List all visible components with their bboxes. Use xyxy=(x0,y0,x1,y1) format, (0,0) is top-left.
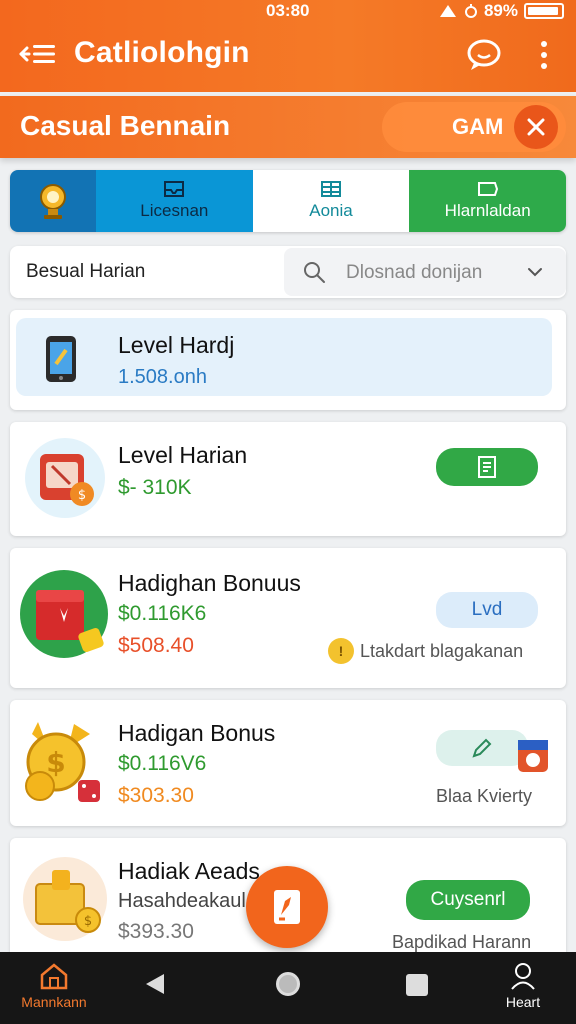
more-options-button[interactable] xyxy=(532,38,556,72)
filter-label: Besual Harian xyxy=(26,261,146,282)
list-item[interactable]: Level Hardj 1.508.onh xyxy=(10,310,566,410)
tab-label: Hlarnlaldan xyxy=(444,201,531,220)
card-title: Hadighan Bonuus xyxy=(118,570,301,596)
edit-note-icon xyxy=(274,890,300,924)
nav-profile[interactable]: Heart xyxy=(490,962,556,1018)
bottom-navigation: Mannkann Heart xyxy=(0,952,576,1024)
close-banner-button[interactable] xyxy=(514,105,558,149)
person-icon xyxy=(511,963,535,990)
nav-home[interactable]: Mannkann xyxy=(16,962,92,1018)
card-subtitle: Hasahdeakaulcn xyxy=(118,890,267,912)
tab-hlarnlaldan[interactable]: Hlarnlaldan xyxy=(409,170,566,232)
app-title: Catliolohgin xyxy=(74,36,250,69)
card-caption: Ltakdart blagakanan xyxy=(360,641,524,661)
banner-pill-label: GAM xyxy=(452,114,504,139)
svg-text:$: $ xyxy=(84,914,92,929)
ticket-button[interactable] xyxy=(436,448,538,486)
card-value: $0.116K6 xyxy=(118,602,207,625)
slot-machine-icon: $ xyxy=(25,438,105,518)
tab-aonia[interactable]: Aonia xyxy=(252,170,410,232)
card-title: Hadiak Aeads xyxy=(118,858,260,884)
gift-box-icon xyxy=(20,570,108,658)
alarm-icon xyxy=(464,4,477,18)
nav-home-label: Mannkann xyxy=(21,994,87,1010)
search-icon xyxy=(304,262,325,283)
home-circle-icon[interactable] xyxy=(276,972,300,996)
menu-button[interactable] xyxy=(18,40,58,68)
svg-text:$: $ xyxy=(78,488,86,503)
dot-icon xyxy=(541,63,547,70)
home-icon xyxy=(40,963,68,990)
ticket-icon xyxy=(477,182,498,196)
status-bar: 03:80 89% xyxy=(0,0,576,24)
recents-icon[interactable] xyxy=(406,974,428,996)
grid-icon xyxy=(321,181,341,197)
search-dropdown[interactable]: Dlosnad donijan xyxy=(284,248,566,296)
card-amount: $393.30 xyxy=(118,920,194,943)
tab-label: Licesnan xyxy=(140,201,209,220)
chevron-down-icon xyxy=(528,268,542,277)
list-item[interactable]: $ Level Harian $- 310K xyxy=(10,422,566,536)
search-placeholder: Dlosnad donijan xyxy=(346,262,483,283)
badge-icon xyxy=(518,740,548,772)
banner-pill[interactable]: GAM xyxy=(382,102,566,152)
pencil-icon xyxy=(472,738,492,758)
back-icon[interactable] xyxy=(144,972,166,996)
card-title: Hadigan Bonus xyxy=(118,720,276,746)
tab-label: Aonia xyxy=(309,201,353,220)
status-time: 03:80 xyxy=(266,1,310,20)
card-title: Level Hardj xyxy=(118,332,235,358)
card-title: Level Harian xyxy=(118,442,248,468)
floating-action-button[interactable] xyxy=(246,866,328,948)
receipt-icon xyxy=(478,456,496,478)
treasure-icon: $ xyxy=(23,857,107,941)
dot-icon xyxy=(541,40,547,47)
chat-button[interactable] xyxy=(466,38,502,72)
card-amount: $303.30 xyxy=(118,784,194,807)
nav-profile-label: Heart xyxy=(505,994,541,1010)
signal-icon xyxy=(439,5,456,17)
list-item[interactable]: $ Hadigan Bonus $0.116V6 $303.30 Blaa Kv… xyxy=(10,700,566,826)
status-icons: 89% xyxy=(438,1,564,21)
coin-icon: ! xyxy=(328,638,354,664)
claim-button[interactable]: Cuysenrl xyxy=(406,880,530,920)
list-item-highlight: Level Hardj 1.508.onh xyxy=(16,318,552,396)
card-value: $0.116V6 xyxy=(118,752,207,775)
list-item[interactable]: Hadighan Bonuus $0.116K6 $508.40 Lvd ! L… xyxy=(10,548,566,688)
top-app-bar: 03:80 89% Catliolohgin xyxy=(0,0,576,92)
trophy-icon xyxy=(40,184,66,219)
card-caption: Bapdikad Harann xyxy=(392,932,532,952)
battery-percent: 89% xyxy=(483,1,518,20)
card-value: $- 310K xyxy=(118,476,192,499)
filter-row: Besual Harian Dlosnad donijan xyxy=(10,246,566,298)
promo-banner: Casual Bennain GAM xyxy=(0,96,576,158)
edit-button[interactable] xyxy=(436,730,528,766)
coins-icon: $ xyxy=(25,722,100,802)
svg-text:$: $ xyxy=(46,746,65,779)
banner-title: Casual Bennain xyxy=(20,110,231,141)
card-value: 1.508.onh xyxy=(118,366,207,388)
card-amount: $508.40 xyxy=(118,634,194,657)
hamburger-menu-icon xyxy=(19,45,55,63)
category-tabs: Licesnan Aonia Hlarnlaldan xyxy=(10,170,566,232)
tab-licesnan[interactable]: Licesnan xyxy=(96,170,253,232)
chat-bubble-icon xyxy=(467,39,501,70)
battery-icon xyxy=(524,3,564,19)
phone-icon xyxy=(46,336,76,382)
level-button[interactable]: Lvd xyxy=(436,592,538,628)
inbox-icon xyxy=(164,181,185,197)
dot-icon xyxy=(541,51,547,58)
card-caption: Blaa Kvierty xyxy=(436,786,533,806)
tab-lead-icon-cell[interactable] xyxy=(10,170,96,232)
close-icon xyxy=(527,118,545,136)
